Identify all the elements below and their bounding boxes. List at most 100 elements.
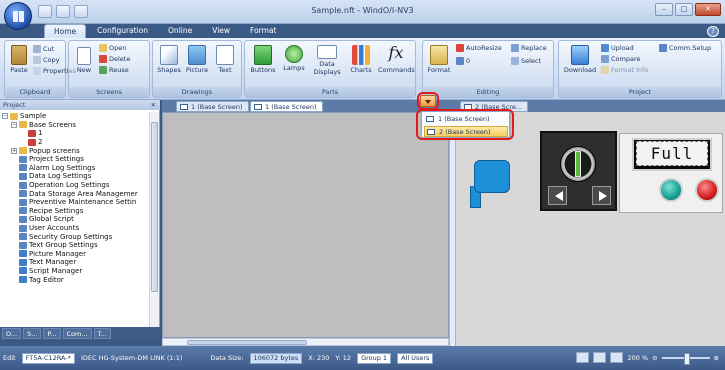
tree-item[interactable]: Operation Log Settings xyxy=(2,181,148,190)
open-screen-button[interactable]: Open xyxy=(99,44,126,52)
tree-item[interactable]: − Sample xyxy=(2,112,148,121)
red-lamp[interactable] xyxy=(695,178,719,202)
shapes-button[interactable]: Shapes xyxy=(156,45,182,74)
green-lamp[interactable] xyxy=(659,178,683,202)
copy-button[interactable]: Copy xyxy=(33,56,60,64)
right-arrow-button[interactable] xyxy=(592,186,611,205)
tree-item[interactable]: Data Log Settings xyxy=(2,172,148,181)
tree-item-label: Data Storage Area Managemer xyxy=(29,189,138,198)
charts-button[interactable]: Charts xyxy=(346,45,376,74)
close-button[interactable]: ✕ xyxy=(695,3,721,16)
group-select[interactable]: Group 1 xyxy=(357,352,392,364)
app-menu-button[interactable] xyxy=(4,2,32,30)
panel-tab-properties[interactable]: P... xyxy=(43,328,61,339)
panel-tab-tags[interactable]: T... xyxy=(93,328,111,339)
picture-button[interactable]: Picture xyxy=(184,45,210,74)
doc-tab-screen-1-active[interactable]: 1 (Base Screen) xyxy=(250,101,323,112)
horizontal-scrollbar[interactable] xyxy=(162,338,449,346)
tree-item[interactable]: 1 xyxy=(2,129,148,138)
panel-scrollbar[interactable] xyxy=(149,112,159,328)
cut-button[interactable]: Cut xyxy=(33,45,54,53)
comm-setup-button[interactable]: Comm.Setup xyxy=(659,44,711,52)
ribbon-tabs: Home Configuration Online View Format xyxy=(44,24,285,38)
scroll-thumb[interactable] xyxy=(151,122,158,292)
reuse-screen-button[interactable]: Reuse xyxy=(99,66,129,74)
tree-item[interactable]: Alarm Log Settings xyxy=(2,164,148,173)
commands-button[interactable]: fx Commands xyxy=(378,43,415,74)
autoresize-button[interactable]: AutoResize xyxy=(456,44,502,52)
tree-item[interactable]: Global Script xyxy=(2,215,148,224)
panel-tab-objects[interactable]: O... xyxy=(2,328,22,339)
tree-item[interactable]: − Base Screens xyxy=(2,121,148,130)
selector-switch-indicator xyxy=(575,151,581,177)
tab-home[interactable]: Home xyxy=(44,24,87,38)
panel-tab-screens[interactable]: S... xyxy=(23,328,42,339)
format-info-button[interactable]: Format Info xyxy=(601,66,648,74)
grid-spin-control[interactable]: 0 xyxy=(456,57,470,65)
tab-configuration[interactable]: Configuration xyxy=(88,24,157,38)
format-button[interactable]: Format xyxy=(426,45,452,74)
maximize-button[interactable]: □ xyxy=(675,3,693,16)
doc-tab-screen-1[interactable]: 1 (Base Screen) xyxy=(176,101,249,112)
blue-picture-part[interactable] xyxy=(474,160,510,193)
panel-tab-comment[interactable]: Com... xyxy=(62,328,92,339)
tree-item[interactable]: Security Group Settings xyxy=(2,232,148,241)
group-label-parts: Parts xyxy=(245,87,415,97)
paste-button[interactable]: Paste xyxy=(8,45,30,74)
left-arrow-button[interactable] xyxy=(548,186,567,205)
tree-item[interactable]: 2 xyxy=(2,138,148,147)
tab-format[interactable]: Format xyxy=(241,24,285,38)
message-display-text[interactable]: Full xyxy=(636,141,708,166)
panel-tabs: O... S... P... Com... T... xyxy=(0,327,160,340)
tab-view[interactable]: View xyxy=(203,24,239,38)
tab-online[interactable]: Online xyxy=(159,24,201,38)
tree-item[interactable]: Project Settings xyxy=(2,155,148,164)
tree-toggle-icon[interactable]: − xyxy=(2,113,8,120)
pane-splitter[interactable] xyxy=(449,112,456,346)
tree-item-label: 2 xyxy=(38,138,43,147)
tree-item[interactable]: User Accounts xyxy=(2,224,148,233)
select-button[interactable]: Select xyxy=(511,57,541,65)
panel-title: Project xyxy=(3,101,26,109)
tree-toggle-icon[interactable]: + xyxy=(11,147,17,154)
status-mode: Edit xyxy=(3,354,16,362)
shapes-icon xyxy=(160,45,178,65)
view-fit-icon[interactable] xyxy=(610,352,624,363)
zoom-out-icon[interactable]: ⊖ xyxy=(652,354,657,362)
lamps-button[interactable]: Lamps xyxy=(280,45,308,72)
new-screen-button[interactable]: New xyxy=(73,47,95,74)
data-displays-button[interactable]: Data Displays xyxy=(310,45,344,76)
scroll-thumb[interactable] xyxy=(187,340,307,345)
tree-item[interactable]: Preventive Maintenance Settin xyxy=(2,198,148,207)
panel-close-icon[interactable]: ✕ xyxy=(151,100,156,110)
zoom-slider[interactable] xyxy=(661,352,710,365)
tree-item[interactable]: Text Manager xyxy=(2,258,148,267)
minimize-button[interactable]: – xyxy=(655,3,673,16)
text-button[interactable]: Text xyxy=(213,45,237,74)
group-label-editing: Editing xyxy=(423,87,553,97)
zoom-in-icon[interactable]: ⊕ xyxy=(714,354,719,362)
buttons-button[interactable]: Buttons xyxy=(248,45,278,74)
view-grid-icon[interactable] xyxy=(593,352,607,363)
tree-item[interactable]: Text Group Settings xyxy=(2,241,148,250)
users-select[interactable]: All Users xyxy=(397,352,434,364)
replace-button[interactable]: Replace xyxy=(511,44,547,52)
help-icon[interactable]: ? xyxy=(707,26,719,37)
screen-canvas-1[interactable] xyxy=(162,112,449,338)
view-normal-icon[interactable] xyxy=(576,352,590,363)
tree-item[interactable]: Recipe Settings xyxy=(2,207,148,216)
tree-toggle-icon[interactable]: − xyxy=(11,121,17,128)
upload-button[interactable]: Upload xyxy=(601,44,634,52)
replace-icon xyxy=(511,44,519,52)
compare-button[interactable]: Compare xyxy=(601,55,641,63)
paste-icon xyxy=(11,45,27,65)
tree-item[interactable]: + Popup screens xyxy=(2,146,148,155)
download-button[interactable]: Download xyxy=(562,45,598,74)
tree-item[interactable]: Tag Editor xyxy=(2,275,148,284)
tree-item[interactable]: Picture Manager xyxy=(2,250,148,259)
screen-icon xyxy=(254,104,262,110)
tree-item[interactable]: Script Manager xyxy=(2,267,148,276)
delete-screen-button[interactable]: Delete xyxy=(99,55,130,63)
group-label-project: Project xyxy=(559,87,721,97)
tree-item[interactable]: Data Storage Area Managemer xyxy=(2,189,148,198)
